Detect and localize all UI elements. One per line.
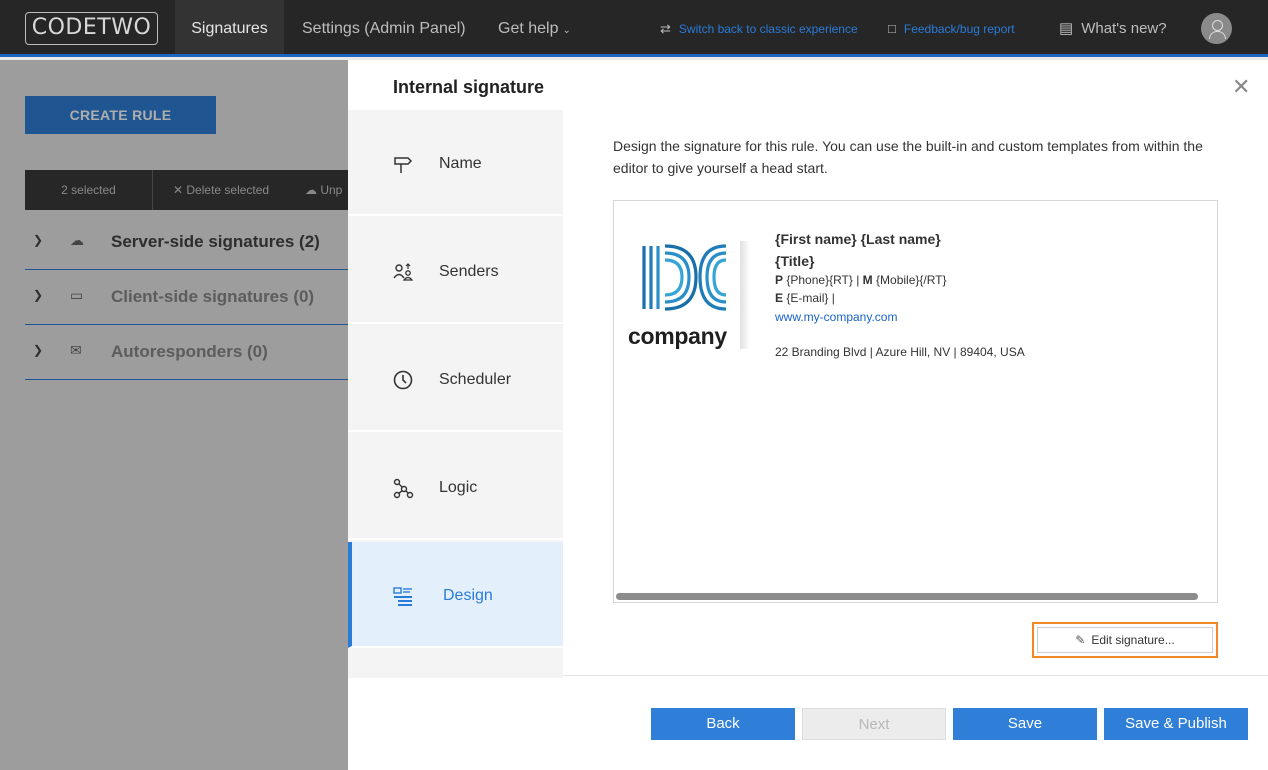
save-button[interactable]: Save bbox=[953, 708, 1097, 740]
phone-prefix: P bbox=[775, 273, 784, 287]
edit-signature-button[interactable]: ✎ Edit signature... bbox=[1037, 627, 1213, 653]
switch-classic-link[interactable]: ⇄ Switch back to classic experience bbox=[660, 0, 858, 57]
chevron-down-icon: ⌄ bbox=[562, 25, 571, 36]
edit-signature-label: Edit signature... bbox=[1091, 633, 1175, 647]
step-label: Scheduler bbox=[439, 371, 512, 388]
horizontal-scrollbar[interactable] bbox=[616, 593, 1198, 600]
feedback-link[interactable]: □ Feedback/bug report bbox=[888, 0, 1015, 57]
design-intro-text: Design the signature for this rule. You … bbox=[613, 138, 1203, 176]
step-name[interactable]: Name bbox=[348, 110, 563, 216]
signature-website[interactable]: www.my-company.com bbox=[775, 310, 1025, 324]
pencil-icon: ✎ bbox=[1075, 633, 1086, 647]
top-navigation-bar: CODETWO Signatures Settings (Admin Panel… bbox=[0, 0, 1268, 57]
nav-get-help[interactable]: Get help ⌄ bbox=[498, 0, 571, 57]
swap-arrows-icon: ⇄ bbox=[660, 21, 671, 36]
step-label: Name bbox=[439, 155, 482, 172]
layout-design-icon bbox=[391, 585, 415, 612]
mobile-prefix: M bbox=[862, 273, 873, 287]
back-button[interactable]: Back bbox=[651, 708, 795, 740]
modal-title: Internal signature bbox=[393, 77, 545, 97]
signature-email-line: E {E-mail} | bbox=[775, 291, 1025, 305]
feedback-icon: □ bbox=[888, 21, 896, 36]
nav-signatures[interactable]: Signatures bbox=[175, 0, 284, 57]
footer-divider bbox=[563, 675, 1268, 676]
switch-classic-label: Switch back to classic experience bbox=[678, 22, 858, 36]
users-icon bbox=[391, 261, 415, 288]
signature-name: {First name} {Last name} bbox=[775, 231, 941, 247]
nav-get-help-label: Get help bbox=[498, 20, 559, 37]
whats-new-label: What's new? bbox=[1081, 20, 1167, 37]
step-design[interactable]: Design bbox=[348, 542, 563, 648]
news-icon: ▤ bbox=[1059, 20, 1074, 37]
signpost-icon bbox=[391, 153, 415, 180]
step-label: Design bbox=[443, 587, 493, 604]
close-icon[interactable]: ✕ bbox=[1232, 76, 1250, 98]
step-senders[interactable]: Senders bbox=[348, 218, 563, 324]
logic-graph-icon bbox=[391, 477, 415, 504]
codetwo-logo[interactable]: CODETWO bbox=[25, 12, 158, 45]
edit-signature-highlight: ✎ Edit signature... bbox=[1032, 622, 1218, 658]
step-logic[interactable]: Logic bbox=[348, 434, 563, 540]
rule-modal: Internal signature ✕ Name Senders Schedu… bbox=[348, 60, 1268, 770]
clock-icon bbox=[391, 369, 415, 396]
phone-value: {Phone}{RT} bbox=[786, 273, 853, 287]
logo-divider bbox=[740, 241, 750, 349]
company-logo-text: company bbox=[628, 323, 727, 349]
signature-address: 22 Branding Blvd | Azure Hill, NV | 8940… bbox=[775, 345, 1025, 359]
signature-preview[interactable]: company {First name} {Last name} {Title}… bbox=[613, 200, 1218, 603]
next-button[interactable]: Next bbox=[802, 708, 946, 740]
modal-backdrop[interactable] bbox=[0, 60, 348, 770]
signature-details: {First name} {Last name} {Title} P {Phon… bbox=[775, 231, 1025, 359]
feedback-label: Feedback/bug report bbox=[903, 22, 1015, 36]
email-value: {E-mail} | bbox=[786, 291, 835, 305]
signature-title: {Title} bbox=[775, 253, 815, 269]
step-label: Logic bbox=[439, 479, 478, 496]
whats-new-link[interactable]: ▤ What's new? bbox=[1059, 0, 1167, 57]
user-avatar[interactable] bbox=[1201, 13, 1232, 44]
nav-settings[interactable]: Settings (Admin Panel) bbox=[302, 0, 466, 57]
email-prefix: E bbox=[775, 291, 784, 305]
step-label: Senders bbox=[439, 263, 499, 280]
step-scheduler[interactable]: Scheduler bbox=[348, 326, 563, 432]
mobile-value: {Mobile}{/RT} bbox=[876, 273, 947, 287]
signature-phone-line: P {Phone}{RT} | M {Mobile}{/RT} bbox=[775, 273, 947, 287]
wizard-steps: Name Senders Scheduler Logic Design bbox=[348, 110, 563, 678]
save-and-publish-button[interactable]: Save & Publish bbox=[1104, 708, 1248, 740]
